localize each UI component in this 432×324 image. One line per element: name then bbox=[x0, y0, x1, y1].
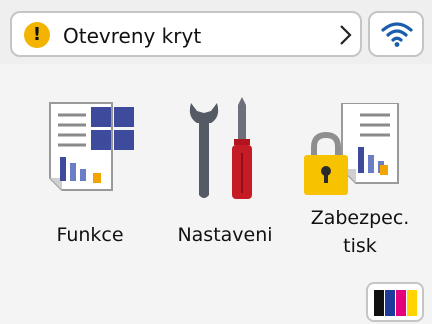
app-tile-secure-print[interactable]: Zabezpec. tisk bbox=[285, 95, 432, 265]
functions-icon bbox=[49, 102, 134, 191]
app-label-secure-print-line2: tisk bbox=[343, 235, 377, 257]
status-bar: ! Otevreny kryt bbox=[0, 0, 432, 64]
ink-toner-icon bbox=[374, 290, 417, 316]
secure-print-icon bbox=[304, 103, 399, 195]
app-tile-settings[interactable]: Nastaveni bbox=[150, 95, 300, 265]
cover-open-alert-button[interactable]: ! Otevreny kryt bbox=[10, 11, 362, 57]
wifi-icon bbox=[381, 22, 413, 47]
app-tile-functions[interactable]: Funkce bbox=[15, 95, 165, 265]
chevron-right-icon bbox=[340, 25, 352, 45]
settings-tools-icon bbox=[189, 97, 252, 199]
app-label-secure-print-line1: Zabezpec. bbox=[310, 207, 410, 229]
wifi-button[interactable] bbox=[368, 11, 424, 57]
app-label-functions: Funkce bbox=[56, 224, 124, 246]
app-label-settings: Nastaveni bbox=[177, 224, 273, 246]
alert-message: Otevreny kryt bbox=[63, 24, 202, 48]
ink-toner-button[interactable] bbox=[366, 282, 424, 322]
warning-icon: ! bbox=[24, 22, 50, 48]
